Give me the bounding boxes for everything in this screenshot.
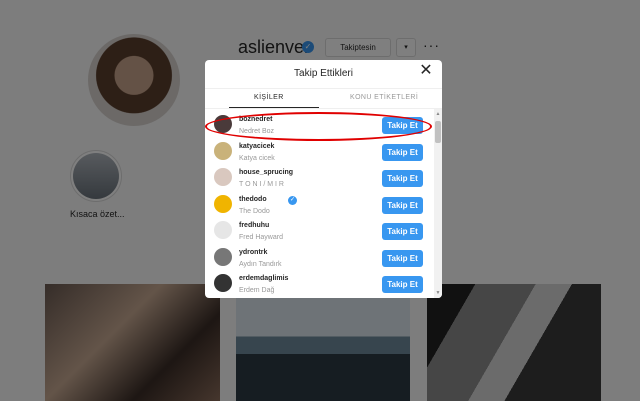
user-handle[interactable]: fredhuhu	[239, 222, 269, 229]
list-item: thedodo The Dodo Takip Et ✓	[205, 192, 434, 219]
follow-button[interactable]: Takip Et	[382, 196, 423, 214]
tab-people[interactable]: KİŞİLER	[254, 94, 284, 101]
active-tab-indicator	[229, 107, 319, 108]
verified-badge-icon: ✓	[288, 195, 297, 205]
user-fullname: Aydın Tandırk	[239, 260, 282, 268]
scroll-up-arrow-icon[interactable]: ▲	[435, 111, 441, 117]
user-avatar[interactable]	[214, 168, 232, 186]
user-avatar[interactable]	[214, 115, 232, 133]
user-handle[interactable]: erdemdaglimis	[239, 275, 288, 282]
user-avatar[interactable]	[214, 247, 232, 266]
list-item: erdemdaglimis Erdem Dağ Takip Et	[205, 271, 434, 298]
follow-button[interactable]: Takip Et	[382, 117, 423, 134]
user-fullname: Erdem Dağ	[239, 287, 275, 294]
close-icon[interactable]: ✕	[419, 63, 433, 79]
modal-title: Takip Ettikleri	[294, 68, 353, 79]
scroll-down-arrow-icon[interactable]: ▼	[435, 290, 441, 296]
user-handle[interactable]: ydrontrk	[239, 249, 267, 256]
following-list: boznedret Nedret Boz Takip Et katyacicek Kat…	[205, 109, 434, 298]
follow-button[interactable]: Takip Et	[382, 223, 423, 240]
scroll-thumb[interactable]	[435, 121, 441, 143]
user-avatar[interactable]	[214, 194, 232, 213]
follow-button[interactable]: Takip Et	[382, 170, 423, 187]
user-fullname: The Dodo	[239, 207, 270, 215]
modal-header: Takip Ettikleri ✕	[205, 60, 442, 89]
list-item: fredhuhu Fred Hayward Takip Et	[205, 218, 434, 245]
user-handle[interactable]: boznedret	[239, 116, 272, 123]
follow-button[interactable]: Takip Et	[382, 249, 423, 267]
list-item: ydrontrk Aydın Tandırk Takip Et	[205, 245, 434, 272]
follow-button[interactable]: Takip Et	[382, 276, 423, 293]
user-handle[interactable]: katyacicek	[239, 143, 274, 150]
user-fullname: Katya cicek	[239, 154, 275, 162]
user-fullname: Nedret Boz	[239, 128, 275, 135]
tab-topics[interactable]: KONU ETİKETLERİ	[350, 94, 418, 101]
user-avatar[interactable]	[214, 141, 232, 160]
follow-button[interactable]: Takip Et	[382, 143, 423, 161]
user-fullname: Fred Hayward	[239, 234, 283, 241]
user-fullname: T O N I / M I R	[239, 181, 284, 188]
user-avatar[interactable]	[214, 274, 232, 292]
list-item: boznedret Nedret Boz Takip Et	[205, 112, 434, 139]
user-avatar[interactable]	[214, 221, 232, 239]
user-handle[interactable]: house_sprucing	[239, 169, 293, 176]
following-modal: Takip Ettikleri ✕ KİŞİLER KONU ETİKETLER…	[205, 60, 442, 298]
list-item: house_sprucing T O N I / M I R Takip Et	[205, 165, 434, 192]
list-item: katyacicek Katya cicek Takip Et	[205, 139, 434, 166]
user-handle[interactable]: thedodo	[239, 196, 267, 203]
scrollbar[interactable]: ▲ ▼	[434, 109, 442, 298]
modal-tabs: KİŞİLER KONU ETİKETLERİ	[205, 88, 442, 109]
